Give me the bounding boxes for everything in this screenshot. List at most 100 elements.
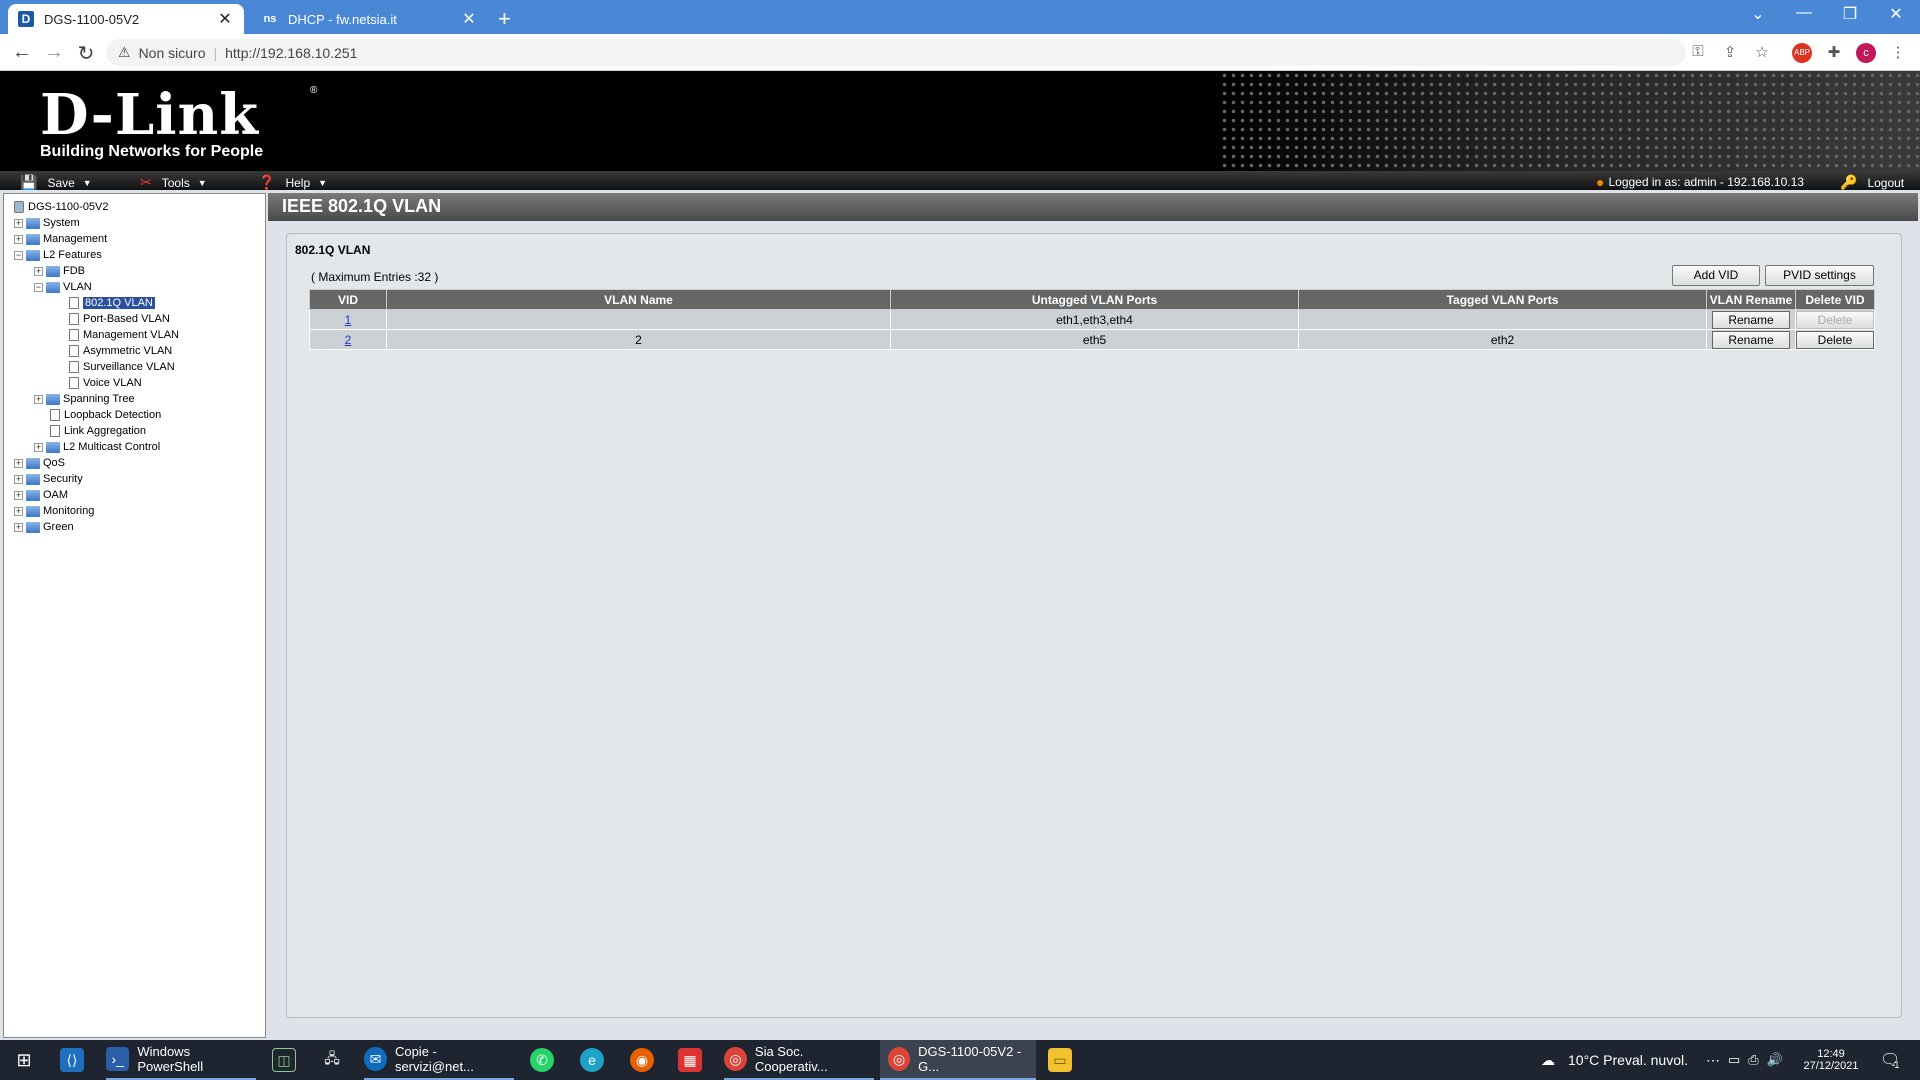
address-bar[interactable]: ⚠ Non sicuro | http://192.168.10.251 xyxy=(106,39,1686,66)
close-window-icon[interactable]: ✕ xyxy=(1876,4,1916,24)
taskbar-edge[interactable]: e xyxy=(580,1040,612,1080)
browser-tab-dhcp[interactable]: ns DHCP - fw.netsia.it ✕ xyxy=(252,4,488,34)
taskbar-whatsapp[interactable]: ✆ xyxy=(530,1040,562,1080)
adblock-icon[interactable]: ABP xyxy=(1792,43,1812,63)
windows-logo-icon: ⊞ xyxy=(16,1049,32,1070)
tree-item-oam[interactable]: + OAM xyxy=(14,488,68,502)
taskbar-app-green[interactable]: ◫ xyxy=(272,1040,304,1080)
untagged-ports-cell: eth1,eth3,eth4 xyxy=(890,309,1299,330)
page-icon xyxy=(69,329,79,341)
taskbar-network-app[interactable]: 🖧 xyxy=(320,1040,352,1080)
extensions-icon[interactable]: ✚ xyxy=(1824,43,1844,63)
forward-icon[interactable]: → xyxy=(42,41,66,64)
vid-link[interactable]: 1 xyxy=(345,313,352,327)
help-menu[interactable]: ❓ Help ▼ xyxy=(258,174,327,191)
close-tab-icon[interactable]: ✕ xyxy=(216,9,234,29)
logout-icon: 🔑 xyxy=(1840,174,1858,190)
tree-item-management[interactable]: + Management xyxy=(14,232,107,246)
tree-item-link-aggregation[interactable]: Link Aggregation xyxy=(50,424,146,438)
tree-item-management-vlan[interactable]: Management VLAN xyxy=(69,328,179,342)
taskbar-firefox[interactable]: ◉ xyxy=(630,1040,662,1080)
tree-item-security[interactable]: + Security xyxy=(14,472,83,486)
tree-item-loopback-detection[interactable]: Loopback Detection xyxy=(50,408,161,422)
rename-button[interactable]: Rename xyxy=(1712,310,1790,329)
expand-icon[interactable]: + xyxy=(14,218,23,228)
expand-icon[interactable]: + xyxy=(34,266,43,276)
pvid-settings-button[interactable]: PVID settings xyxy=(1765,265,1874,286)
taskbar-chrome-dgs[interactable]: ◎ DGS-1100-05V2 - G... xyxy=(880,1040,1036,1080)
key-icon[interactable]: ⚿ xyxy=(1688,43,1708,63)
tree-item-qos[interactable]: + QoS xyxy=(14,456,65,470)
collapse-icon[interactable]: − xyxy=(34,282,43,292)
expand-icon[interactable]: + xyxy=(34,442,43,452)
tree-item-8021q-vlan[interactable]: 802.1Q VLAN xyxy=(69,296,155,310)
clock[interactable]: 12:49 27/12/2021 xyxy=(1800,1040,1862,1080)
restore-icon[interactable]: ❐ xyxy=(1830,4,1870,24)
battery-icon[interactable]: ▭ xyxy=(1728,1052,1740,1068)
tree-item-l2-features[interactable]: − L2 Features xyxy=(14,248,102,262)
taskbar-label: DGS-1100-05V2 - G... xyxy=(918,1044,1022,1074)
expand-icon[interactable]: + xyxy=(14,506,23,516)
edge-icon: e xyxy=(580,1048,604,1072)
security-label: Non sicuro xyxy=(138,44,206,61)
taskbar-file-explorer[interactable]: ▭ xyxy=(1048,1040,1080,1080)
add-vid-button[interactable]: Add VID xyxy=(1672,265,1760,286)
taskbar-calendar[interactable]: ▦ xyxy=(678,1040,710,1080)
taskbar-outlook[interactable]: ✉ Copie - servizi@net... xyxy=(364,1040,514,1080)
tree-item-monitoring[interactable]: + Monitoring xyxy=(14,504,94,518)
bookmark-star-icon[interactable]: ☆ xyxy=(1752,43,1772,63)
reload-icon[interactable]: ↻ xyxy=(74,41,98,66)
tree-item-system[interactable]: + System xyxy=(14,216,80,230)
untagged-ports-cell: eth5 xyxy=(890,329,1299,350)
share-icon[interactable]: ⇪ xyxy=(1720,43,1740,63)
vlan-name-cell: 2 xyxy=(386,329,891,350)
tree-root[interactable]: DGS-1100-05V2 xyxy=(14,200,109,214)
folder-open-icon xyxy=(46,281,60,293)
tray-icons[interactable]: ▭ ⎙ 🔊 xyxy=(1728,1040,1783,1080)
taskbar-vscode[interactable]: ⟨⟩ xyxy=(60,1040,92,1080)
minimize-icon[interactable]: — xyxy=(1784,4,1824,22)
tree-item-green[interactable]: + Green xyxy=(14,520,74,534)
logout-button[interactable]: 🔑 Logout xyxy=(1840,174,1904,191)
taskbar-chrome-sia[interactable]: ◎ Sia Soc. Cooperativ... xyxy=(724,1040,874,1080)
tree-item-fdb[interactable]: + FDB xyxy=(34,264,85,278)
close-tab-icon[interactable]: ✕ xyxy=(460,9,478,29)
folder-icon xyxy=(26,233,40,245)
tree-item-spanning-tree[interactable]: + Spanning Tree xyxy=(34,392,135,406)
taskbar-powershell[interactable]: ›_ Windows PowerShell xyxy=(106,1040,256,1080)
weather-widget[interactable]: ☁ 10°C Preval. nuvol. xyxy=(1536,1040,1688,1080)
start-button[interactable]: ⊞ xyxy=(12,1040,44,1080)
expand-icon[interactable]: + xyxy=(14,490,23,500)
tree-item-surveillance-vlan[interactable]: Surveillance VLAN xyxy=(69,360,175,374)
expand-icon[interactable]: + xyxy=(34,394,43,404)
new-tab-icon[interactable]: + xyxy=(498,6,511,32)
folder-icon xyxy=(46,441,60,453)
tab-search-icon[interactable]: ⌄ xyxy=(1738,4,1778,24)
expand-icon[interactable]: + xyxy=(14,522,23,532)
profile-avatar[interactable]: c xyxy=(1856,43,1876,63)
vid-link[interactable]: 2 xyxy=(345,333,352,347)
more-menu-icon[interactable]: ⋮ xyxy=(1888,43,1908,63)
volume-icon[interactable]: 🔊 xyxy=(1767,1052,1783,1068)
expand-icon[interactable]: + xyxy=(14,234,23,244)
expand-icon[interactable]: + xyxy=(14,458,23,468)
expand-icon[interactable]: + xyxy=(14,474,23,484)
calendar-icon: ▦ xyxy=(678,1048,702,1072)
tree-item-l2-multicast-control[interactable]: + L2 Multicast Control xyxy=(34,440,160,454)
tree-item-port-based-vlan[interactable]: Port-Based VLAN xyxy=(69,312,170,326)
network-tray-icon[interactable]: ⎙ xyxy=(1748,1052,1758,1068)
browser-tab-dgs[interactable]: D DGS-1100-05V2 ✕ xyxy=(8,4,244,34)
tree-item-asymmetric-vlan[interactable]: Asymmetric VLAN xyxy=(69,344,172,358)
rename-button[interactable]: Rename xyxy=(1712,330,1790,349)
notification-center[interactable]: 🗨 1 xyxy=(1880,1040,1900,1080)
delete-button[interactable]: Delete xyxy=(1796,330,1874,349)
tree-item-voice-vlan[interactable]: Voice VLAN xyxy=(69,376,142,390)
save-menu[interactable]: 💾 Save ▼ xyxy=(20,174,92,191)
cloud-icon: ☁ xyxy=(1541,1051,1555,1068)
tools-menu[interactable]: ✂ Tools ▼ xyxy=(140,174,207,191)
collapse-icon[interactable]: − xyxy=(14,250,23,260)
tree-item-vlan[interactable]: − VLAN xyxy=(34,280,92,294)
tray-overflow-icon[interactable]: ⋯ xyxy=(1706,1040,1720,1080)
floppy-disk-icon: 💾 xyxy=(20,174,38,190)
back-icon[interactable]: ← xyxy=(10,41,34,64)
